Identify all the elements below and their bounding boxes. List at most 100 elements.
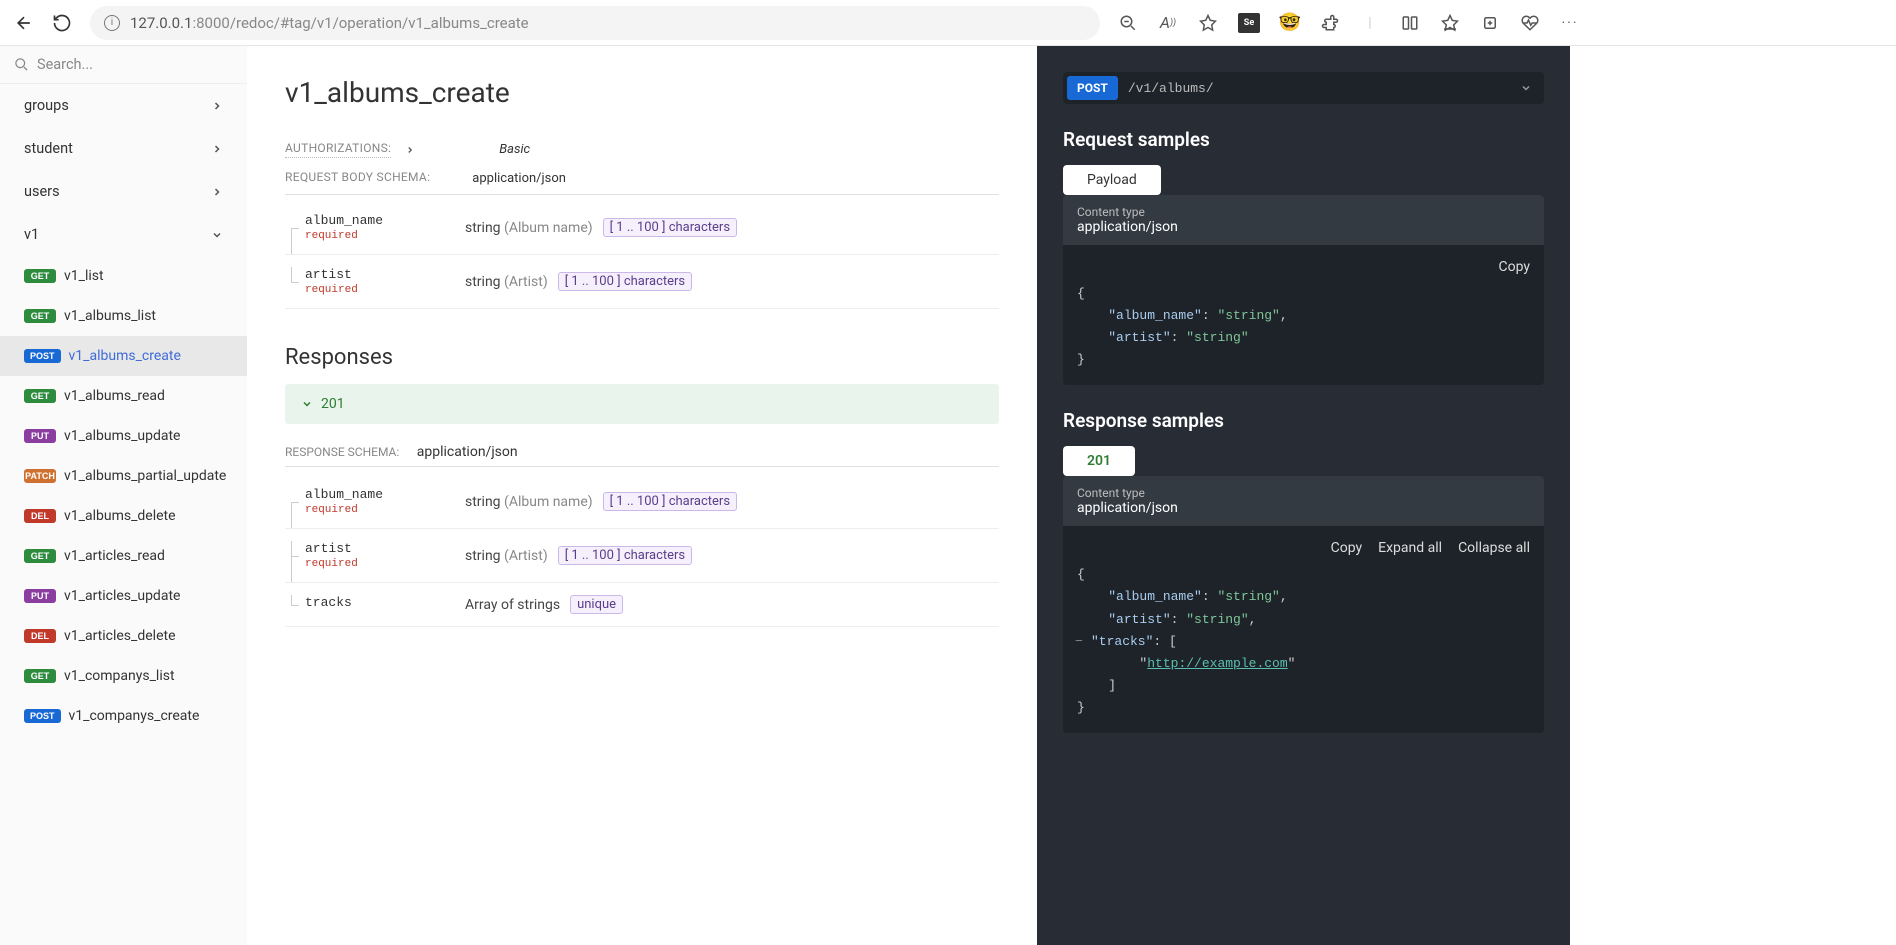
property-type: string (Artist) (465, 274, 548, 290)
selenium-ext-icon[interactable]: Se (1238, 13, 1260, 33)
required-label: required (305, 558, 445, 570)
property-name: album_name (305, 213, 445, 228)
browser-actions: A)) Se 🤓 | ··· (1118, 13, 1580, 33)
sidebar-item-label: v1_albums_create (69, 348, 181, 364)
group-label: v1 (24, 226, 39, 243)
property-row-artist: artistrequiredstring (Artist)[ 1 .. 100 … (285, 529, 999, 583)
samples-panel: POST /v1/albums/ Request samples Payload… (1037, 46, 1570, 945)
response-code: 201 (321, 396, 345, 412)
ct-value: application/json (1077, 500, 1530, 516)
required-label: required (305, 284, 445, 296)
sidebar-item-v1_albums_read[interactable]: GETv1_albums_read (0, 376, 247, 416)
resp-schema-ct: application/json (417, 444, 518, 460)
sidebar-group-v1[interactable]: v1 (0, 213, 247, 256)
read-aloud-icon[interactable]: A)) (1158, 13, 1178, 33)
zoom-out-icon[interactable] (1118, 13, 1138, 33)
method-badge: GET (24, 669, 56, 683)
property-type: string (Album name) (465, 220, 593, 236)
required-label: required (305, 230, 445, 242)
sidebar-item-label: v1_albums_update (64, 428, 180, 444)
refresh-button[interactable] (52, 13, 72, 33)
sidebar-group-groups[interactable]: groups (0, 84, 247, 127)
response-schema-row: RESPONSE SCHEMA: application/json (285, 444, 999, 467)
sidebar-item-label: v1_articles_delete (64, 628, 176, 644)
sidebar-item-v1_albums_create[interactable]: POST v1_albums_create (0, 336, 247, 376)
ct-label: Content type (1077, 205, 1530, 219)
sidebar-item-label: v1_companys_list (64, 668, 175, 684)
sidebar-group-student[interactable]: student (0, 127, 247, 170)
method-badge: POST (24, 709, 61, 723)
sidebar-item-v1_albums_update[interactable]: PUTv1_albums_update (0, 416, 247, 456)
sidebar-item-v1_companys_create[interactable]: POSTv1_companys_create (0, 696, 247, 736)
property-type: Array of strings (465, 597, 560, 613)
resp-201-tab[interactable]: 201 (1063, 446, 1135, 476)
split-screen-icon[interactable] (1400, 13, 1420, 33)
sidebar-item-v1_list[interactable]: GETv1_list (0, 256, 247, 296)
sidebar-item-label: v1_articles_read (64, 548, 165, 564)
site-info-icon[interactable]: i (104, 15, 120, 31)
extensions-icon[interactable] (1320, 13, 1340, 33)
endpoint-path: /v1/albums/ (1128, 81, 1510, 96)
sidebar-item-v1_albums_partial_update[interactable]: PATCHv1_albums_partial_update (0, 456, 247, 496)
method-badge: DEL (24, 509, 56, 523)
property-constraint: [ 1 .. 100 ] characters (603, 218, 737, 237)
copy-button[interactable]: Copy (1498, 259, 1530, 275)
method-badge: GET (24, 389, 56, 403)
group-label: groups (24, 97, 69, 114)
response-samples-heading: Response samples (1063, 409, 1544, 432)
sidebar-item-v1_albums_list[interactable]: GETv1_albums_list (0, 296, 247, 336)
sidebar-group-users[interactable]: users (0, 170, 247, 213)
avatar-ext-icon[interactable]: 🤓 (1280, 13, 1300, 33)
sidebar-item-label: v1_albums_list (64, 308, 156, 324)
req-schema-label: REQUEST BODY SCHEMA: (285, 170, 430, 186)
favorites-bar-icon[interactable] (1440, 13, 1460, 33)
property-constraint: unique (570, 595, 623, 614)
request-body-schema-row: REQUEST BODY SCHEMA: application/json (285, 164, 999, 195)
sidebar-item-v1_albums_delete[interactable]: DELv1_albums_delete (0, 496, 247, 536)
property-name: album_name (305, 487, 445, 502)
property-row-album_name: album_name required string (Album name) [ 1… (285, 201, 999, 255)
method-badge: POST (24, 349, 61, 363)
sidebar-item-v1_articles_update[interactable]: PUTv1_articles_update (0, 576, 247, 616)
sidebar-item-v1_articles_delete[interactable]: DELv1_articles_delete (0, 616, 247, 656)
favorite-icon[interactable] (1198, 13, 1218, 33)
health-icon[interactable] (1520, 13, 1540, 33)
property-type: string (Artist) (465, 548, 548, 564)
collapse-all-button[interactable]: Collapse all (1458, 540, 1530, 556)
property-constraint: [ 1 .. 100 ] characters (558, 272, 692, 291)
property-name: artist (305, 267, 445, 282)
collections-icon[interactable] (1480, 13, 1500, 33)
request-samples-heading: Request samples (1063, 128, 1544, 151)
sidebar-item-v1_articles_read[interactable]: GET v1_articles_read (0, 536, 247, 576)
sidebar-item-label: v1_list (64, 268, 104, 284)
more-icon[interactable]: ··· (1560, 13, 1580, 33)
back-button[interactable] (14, 13, 34, 33)
sidebar-item-v1_companys_list[interactable]: GET v1_companys_list (0, 656, 247, 696)
sidebar-item-label: v1_albums_partial_update (64, 468, 226, 484)
responses-heading: Responses (285, 345, 999, 370)
url-text: 127.0.0.1:8000/redoc/#tag/v1/operation/v… (130, 14, 529, 32)
group-label: users (24, 183, 60, 200)
authorizations-row[interactable]: AUTHORIZATIONS: Basic (285, 135, 999, 164)
address-bar[interactable]: i 127.0.0.1:8000/redoc/#tag/v1/operation… (90, 6, 1100, 40)
payload-tab[interactable]: Payload (1063, 165, 1161, 195)
ct-value: application/json (1077, 219, 1530, 235)
copy-button[interactable]: Copy (1331, 540, 1363, 556)
property-constraint: [ 1 .. 100 ] characters (558, 546, 692, 565)
expand-all-button[interactable]: Expand all (1378, 540, 1442, 556)
response-201-bar[interactable]: 201 (285, 384, 999, 424)
property-name: tracks (305, 595, 445, 610)
sidebar-search[interactable]: Search... (0, 46, 247, 84)
property-row-artist: artist required string (Artist) [ 1 .. 100 … (285, 255, 999, 309)
response-sample-box: Content type application/json Copy Expan… (1063, 476, 1544, 733)
search-placeholder: Search... (37, 56, 93, 73)
sidebar: Search... groupsstudentusersv1 GETv1_lis… (0, 46, 247, 945)
endpoint-bar[interactable]: POST /v1/albums/ (1063, 72, 1544, 104)
endpoint-method: POST (1067, 76, 1118, 100)
chevron-down-icon (1520, 82, 1532, 94)
request-sample-box: Content type application/json Copy { "al… (1063, 195, 1544, 385)
property-row-album_name: album_namerequiredstring (Album name)[ 1… (285, 475, 999, 529)
content-type-header-resp: Content type application/json (1063, 476, 1544, 526)
method-badge: GET (24, 549, 56, 563)
property-constraint: [ 1 .. 100 ] characters (603, 492, 737, 511)
